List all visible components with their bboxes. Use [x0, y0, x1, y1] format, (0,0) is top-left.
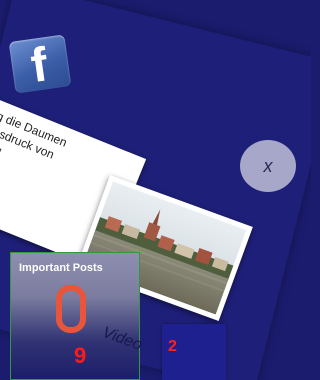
- app-canvas: f burg die Daumen Ausdruck von schung x: [0, 0, 311, 380]
- padlock-shackle-icon: [56, 285, 86, 333]
- videos-tile[interactable]: 2: [162, 324, 226, 380]
- facebook-logo-icon[interactable]: f: [8, 34, 72, 94]
- close-icon: x: [263, 155, 273, 176]
- important-posts-title: Important Posts: [19, 262, 103, 274]
- important-posts-count: 9: [74, 343, 87, 368]
- videos-count: 2: [168, 338, 177, 355]
- facebook-logo-glyph: f: [27, 38, 51, 93]
- important-posts-tile[interactable]: Important Posts 9: [10, 252, 140, 380]
- close-button[interactable]: x: [240, 140, 296, 192]
